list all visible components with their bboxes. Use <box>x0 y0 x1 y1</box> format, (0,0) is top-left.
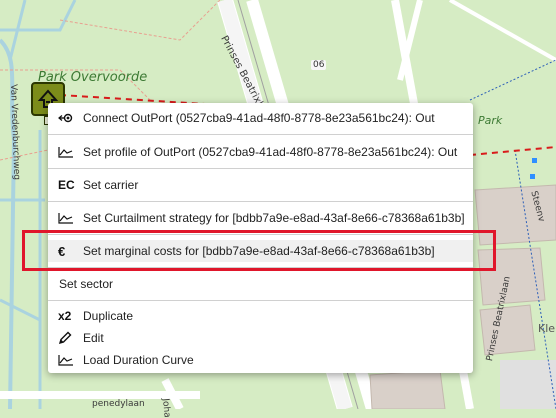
menu-label: Edit <box>83 331 104 345</box>
menu-item-load-duration-curve[interactable]: Load Duration Curve <box>48 350 473 370</box>
line-chart-icon <box>58 146 78 158</box>
menu-label: Load Duration Curve <box>83 353 194 367</box>
street-label-joha: Joha <box>160 398 172 418</box>
menu-item-duplicate[interactable]: x2 Duplicate <box>48 306 473 326</box>
menu-item-set-carrier[interactable]: EC Set carrier <box>48 174 473 196</box>
park-label-right: Park <box>478 114 503 127</box>
menu-item-set-sector[interactable]: Set sector <box>48 273 473 295</box>
street-label-penedy: penedylaan <box>92 399 145 409</box>
menu-divider <box>48 168 473 169</box>
menu-item-set-profile[interactable]: Set profile of OutPort (0527cba9-41ad-48… <box>48 141 473 163</box>
menu-divider <box>48 134 473 135</box>
menu-label: Duplicate <box>83 309 134 323</box>
menu-divider <box>48 201 473 202</box>
menu-item-set-curtailment[interactable]: Set Curtailment strategy for [bdbb7a9e-e… <box>48 207 473 229</box>
menu-label: Connect OutPort (0527cba9-41ad-48f0-8778… <box>83 111 435 125</box>
road-number-badge: 06 <box>311 60 327 70</box>
menu-divider <box>48 300 473 301</box>
menu-label: Set profile of OutPort (0527cba9-41ad-48… <box>83 145 458 159</box>
pencil-icon <box>58 331 78 345</box>
euro-icon: € <box>58 243 66 259</box>
menu-divider <box>48 234 473 235</box>
menu-item-connect-outport[interactable]: Connect OutPort (0527cba9-41ad-48f0-8778… <box>48 107 473 129</box>
menu-label: Set Curtailment strategy for [bdbb7a9e-e… <box>83 211 465 225</box>
menu-item-set-marginal-costs[interactable]: € Set marginal costs for [bdbb7a9e-e8ad-… <box>48 240 473 262</box>
menu-label: Set carrier <box>83 178 139 192</box>
duplicate-x2-icon: x2 <box>58 309 72 323</box>
street-label-kle: Kle <box>538 322 556 335</box>
menu-item-edit[interactable]: Edit <box>48 328 473 348</box>
line-chart-icon <box>58 354 78 366</box>
menu-label: Set sector <box>59 277 114 291</box>
menu-label: Set marginal costs for [bdbb7a9e-e8ad-43… <box>83 244 435 258</box>
menu-divider <box>48 267 473 268</box>
context-menu: Connect OutPort (0527cba9-41ad-48f0-8778… <box>48 103 473 373</box>
carrier-ec-icon: EC <box>58 178 75 192</box>
line-chart-icon <box>58 212 78 224</box>
outport-connect-icon <box>58 112 78 124</box>
